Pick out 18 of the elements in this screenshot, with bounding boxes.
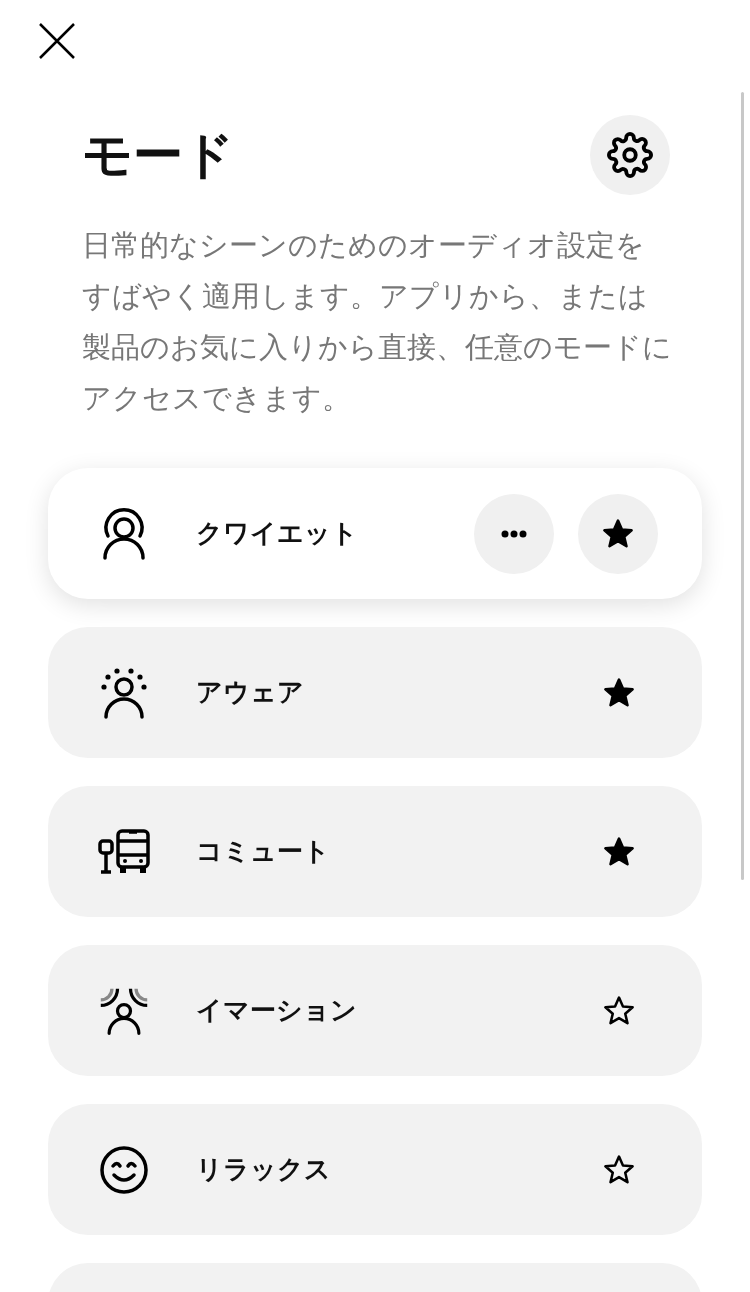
mode-card[interactable]: アウェア <box>48 627 702 758</box>
close-icon <box>38 22 76 60</box>
mode-label: コミュート <box>196 835 330 868</box>
bus-stop-icon <box>98 828 150 875</box>
mode-card[interactable]: コミュート <box>48 786 702 917</box>
page-title: モード <box>82 125 234 186</box>
person-dots-icon <box>99 666 149 719</box>
description-text: 日常的なシーンのためのオーディオ設定をすばやく適用します。アプリから、または製品のお気に入りから直接、任意のモードにアクセスできます。 <box>82 227 672 417</box>
mode-card[interactable]: クワイエット <box>48 468 702 599</box>
mode-label: アウェア <box>196 676 304 709</box>
mode-card[interactable]: リラックス <box>48 1104 702 1235</box>
more-icon <box>501 529 527 538</box>
mode-label: イマーション <box>196 994 357 1027</box>
settings-icon <box>607 132 653 178</box>
mode-label: クワイエット <box>196 517 358 550</box>
mode-label: リラックス <box>196 1153 331 1186</box>
mode-card[interactable]: イマーション <box>48 945 702 1076</box>
smiley-icon <box>99 1144 149 1195</box>
